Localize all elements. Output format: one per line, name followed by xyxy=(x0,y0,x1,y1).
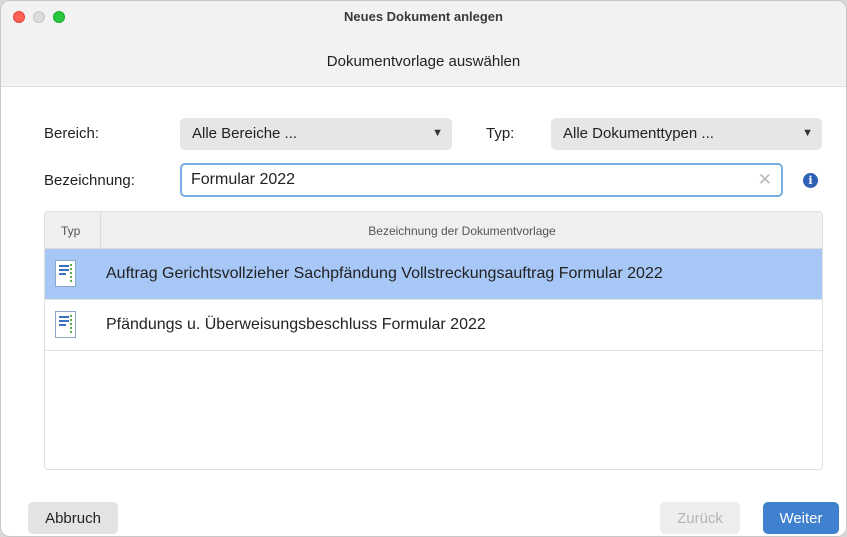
table-header: Typ Bezeichnung der Dokumentvorlage xyxy=(45,212,822,249)
back-button[interactable]: Zurück xyxy=(660,502,740,534)
document-icon xyxy=(55,260,76,287)
clear-icon[interactable]: ✕ xyxy=(758,170,772,190)
template-table: Typ Bezeichnung der Dokumentvorlage Auft… xyxy=(44,211,823,470)
table-row[interactable]: Auftrag Gerichtsvollzieher Sachpfändung … xyxy=(45,249,822,300)
chevron-down-icon: ▼ xyxy=(802,127,813,139)
column-header-bezeichnung[interactable]: Bezeichnung der Dokumentvorlage xyxy=(102,212,822,249)
chevron-down-icon: ▼ xyxy=(432,127,443,139)
column-header-typ[interactable]: Typ xyxy=(45,212,101,249)
bereich-label: Bereich: xyxy=(44,125,100,142)
window-title: Neues Dokument anlegen xyxy=(344,9,503,24)
title-bar: Neues Dokument anlegen Dokumentvorlage a… xyxy=(1,1,846,87)
row-name: Auftrag Gerichtsvollzieher Sachpfändung … xyxy=(106,265,663,282)
table-row[interactable]: Pfändungs u. Überweisungsbeschluss Formu… xyxy=(45,300,822,351)
dialog-window: Neues Dokument anlegen Dokumentvorlage a… xyxy=(0,0,847,537)
bereich-select-value: Alle Bereiche ... xyxy=(192,125,298,142)
bezeichnung-input[interactable]: Formular 2022 ✕ xyxy=(180,163,783,197)
bereich-select[interactable]: Alle Bereiche ... ▼ xyxy=(180,118,452,150)
bezeichnung-input-value: Formular 2022 xyxy=(191,171,296,188)
typ-label: Typ: xyxy=(486,125,515,142)
typ-select[interactable]: Alle Dokumenttypen ... ▼ xyxy=(551,118,822,150)
next-button[interactable]: Weiter xyxy=(763,502,839,534)
row-name: Pfändungs u. Überweisungsbeschluss Formu… xyxy=(106,316,486,333)
dialog-subtitle: Dokumentvorlage auswählen xyxy=(326,53,521,70)
document-icon xyxy=(55,311,76,338)
typ-select-value: Alle Dokumenttypen ... xyxy=(563,125,714,142)
cancel-button[interactable]: Abbruch xyxy=(28,502,118,534)
bezeichnung-label: Bezeichnung: xyxy=(44,172,135,189)
info-icon[interactable]: i xyxy=(803,173,818,188)
